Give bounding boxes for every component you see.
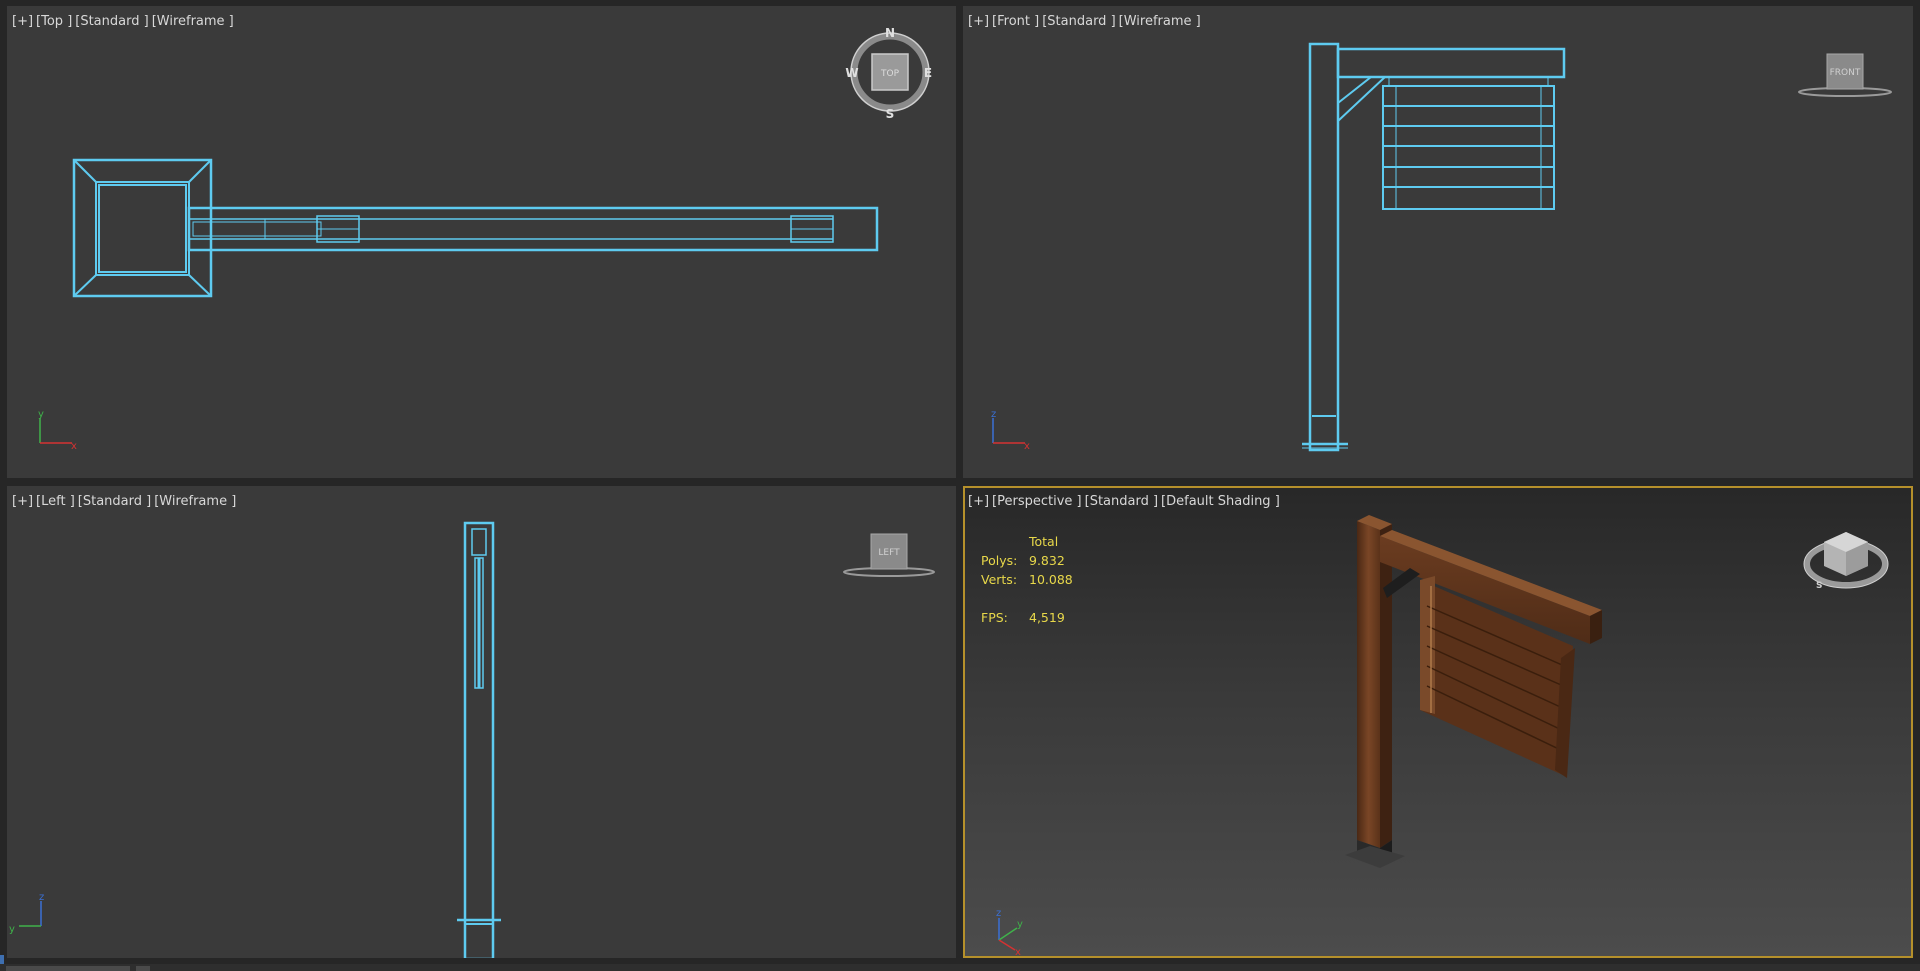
viewport-left[interactable]: [+] [Left ] [Standard ] [Wireframe ] LEFT z… xyxy=(7,486,956,958)
svg-text:y: y xyxy=(38,409,44,420)
svg-text:z: z xyxy=(996,908,1001,919)
svg-text:x: x xyxy=(1024,441,1030,452)
svg-text:z: z xyxy=(991,409,996,420)
axis-tripod-icon: z y xyxy=(9,892,44,935)
bottom-toolbar xyxy=(0,964,1920,971)
bottom-tab-small[interactable] xyxy=(136,966,150,971)
viewport-front[interactable]: [+] [Front ] [Standard ] [Wireframe ] FRONT… xyxy=(963,6,1913,478)
svg-text:z: z xyxy=(39,892,44,903)
svg-text:x: x xyxy=(1015,947,1021,956)
viewport-top[interactable]: [+] [Top ] [Standard ] [Wireframe ] N S E W… xyxy=(7,6,956,478)
svg-text:y: y xyxy=(9,924,15,935)
bottom-tab[interactable] xyxy=(6,966,130,971)
axis-tripod-icon: z y x xyxy=(996,908,1023,956)
viewport-perspective[interactable]: [+] [Perspective ] [Standard ] [Default Sha… xyxy=(963,486,1913,958)
active-marker xyxy=(0,955,4,964)
axis-tripod-icon: z x xyxy=(991,409,1030,452)
axis-tripod-icon: y x xyxy=(38,409,77,452)
svg-text:x: x xyxy=(71,441,77,452)
svg-text:y: y xyxy=(1017,919,1023,930)
